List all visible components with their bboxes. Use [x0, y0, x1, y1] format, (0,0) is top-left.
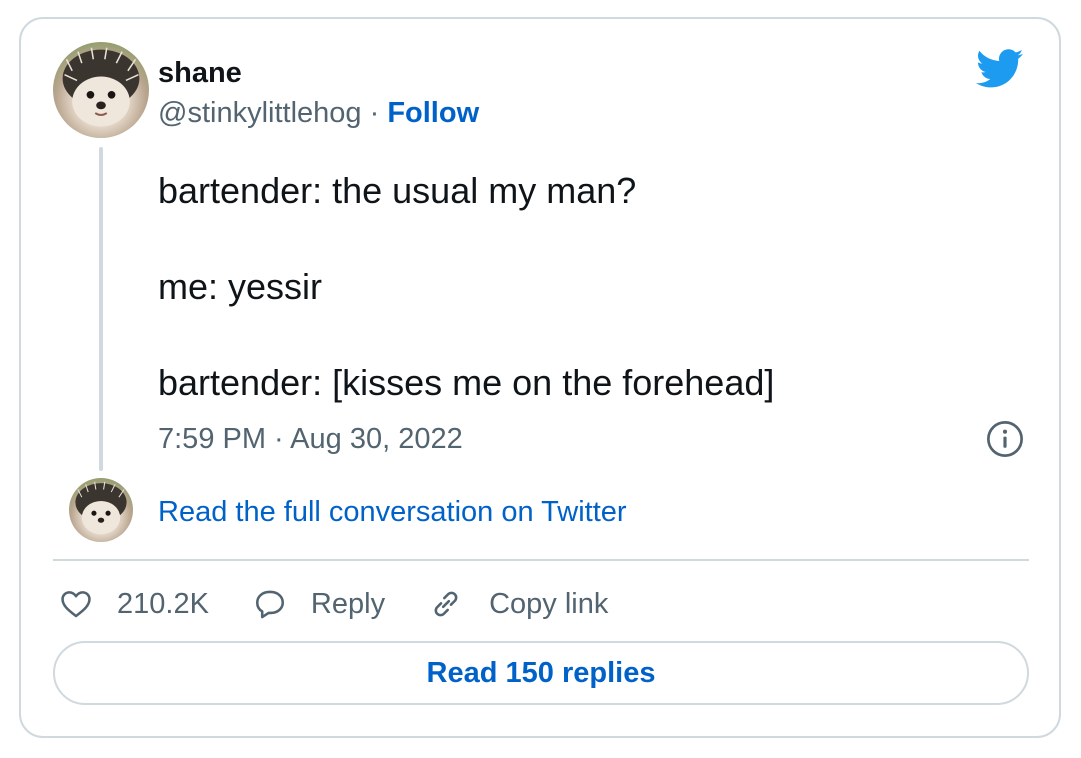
- tweet-line: bartender: the usual my man?: [158, 170, 637, 211]
- read-replies-button[interactable]: Read 150 replies: [53, 641, 1029, 705]
- thread-line: [99, 147, 103, 471]
- tweet-time: 7:59 PM: [158, 423, 266, 455]
- tweet-text: bartender: the usual my man? me: yessir …: [158, 167, 1018, 407]
- info-icon[interactable]: [986, 420, 1024, 458]
- follow-link[interactable]: Follow: [387, 97, 479, 129]
- author-avatar[interactable]: [53, 42, 149, 138]
- author-display-name[interactable]: shane: [158, 55, 242, 91]
- tweet-date: Aug 30, 2022: [290, 423, 463, 455]
- author-handle[interactable]: @stinkylittlehog: [158, 97, 362, 129]
- action-bar: 210.2K Reply Copy link: [59, 582, 652, 626]
- author-handle-row: @stinkylittlehog · Follow: [158, 95, 479, 131]
- like-button[interactable]: 210.2K: [59, 587, 209, 621]
- hedgehog-avatar-icon: [62, 47, 140, 127]
- tweet-line: me: yessir: [158, 266, 323, 307]
- tweet-embed-card: shane @stinkylittlehog · Follow bartende…: [19, 17, 1061, 738]
- read-conversation-link[interactable]: Read the full conversation on Twitter: [158, 494, 627, 530]
- copy-link-button[interactable]: Copy link: [429, 587, 608, 621]
- tweet-timestamp[interactable]: 7:59 PM · Aug 30, 2022: [158, 421, 463, 457]
- handle-separator: ·: [361, 97, 388, 129]
- hedgehog-avatar-icon: [75, 481, 127, 535]
- twitter-bird-icon[interactable]: [976, 49, 1024, 89]
- read-replies-label: Read 150 replies: [426, 656, 656, 689]
- speech-bubble-icon: [255, 590, 284, 619]
- reply-button[interactable]: Reply: [253, 587, 385, 621]
- like-count: 210.2K: [117, 587, 209, 620]
- heart-icon: [61, 591, 91, 618]
- timestamp-separator: ·: [266, 423, 291, 455]
- reply-label: Reply: [310, 587, 386, 620]
- divider: [53, 559, 1029, 561]
- conversation-avatar[interactable]: [69, 478, 133, 542]
- tweet-line: bartender: [kisses me on the forehead]: [158, 362, 775, 403]
- link-icon: [434, 591, 458, 617]
- copy-link-label: Copy link: [489, 587, 609, 620]
